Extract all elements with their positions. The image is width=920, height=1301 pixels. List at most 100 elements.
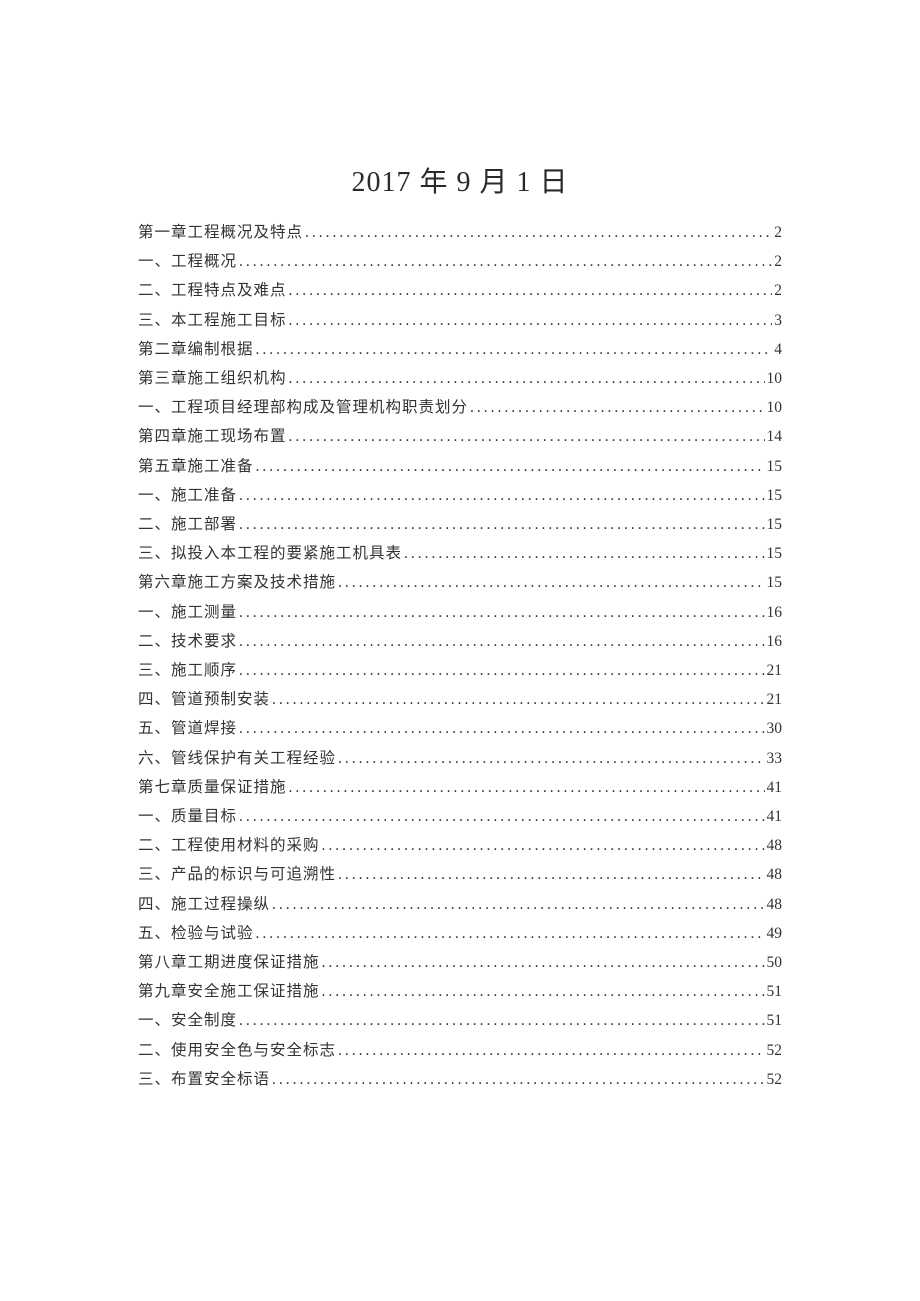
toc-entry-page: 52 — [765, 1036, 783, 1065]
toc-leader-dots — [320, 831, 765, 860]
toc-entry-page: 4 — [772, 335, 782, 364]
toc-leader-dots — [237, 247, 772, 276]
toc-leader-dots — [237, 598, 764, 627]
toc-entry-label: 第四章施工现场布置 — [138, 422, 287, 451]
toc-row: 三、本工程施工目标 3 — [138, 306, 782, 335]
toc-entry-label: 三、产品的标识与可追溯性 — [138, 860, 336, 889]
toc-entry-label: 三、施工顺序 — [138, 656, 237, 685]
toc-row: 一、工程项目经理部构成及管理机构职责划分10 — [138, 393, 782, 422]
toc-row: 第一章工程概况及特点2 — [138, 218, 782, 247]
toc-entry-page: 15 — [765, 539, 783, 568]
toc-entry-label: 四、施工过程操纵 — [138, 890, 270, 919]
toc-row: 第五章施工准备 15 — [138, 452, 782, 481]
toc-row: 一、施工准备 15 — [138, 481, 782, 510]
toc-leader-dots — [237, 714, 764, 743]
toc-row: 二、工程使用材料的采购 48 — [138, 831, 782, 860]
toc-entry-page: 15 — [765, 568, 783, 597]
toc-entry-label: 第七章质量保证措施 — [138, 773, 287, 802]
toc-entry-page: 2 — [772, 218, 782, 247]
toc-leader-dots — [237, 1006, 764, 1035]
toc-entry-label: 五、检验与试验 — [138, 919, 254, 948]
toc-leader-dots — [237, 481, 764, 510]
toc-entry-label: 一、施工准备 — [138, 481, 237, 510]
document-page: 2017 年 9 月 1 日 第一章工程概况及特点2一、工程概况2二、工程特点及… — [0, 0, 920, 1301]
toc-row: 三、产品的标识与可追溯性 48 — [138, 860, 782, 889]
toc-entry-label: 一、质量目标 — [138, 802, 237, 831]
toc-entry-label: 六、管线保护有关工程经验 — [138, 744, 336, 773]
toc-entry-label: 第三章施工组织机构 — [138, 364, 287, 393]
toc-entry-page: 49 — [765, 919, 783, 948]
toc-leader-dots — [320, 948, 765, 977]
toc-entry-page: 3 — [772, 306, 782, 335]
toc-leader-dots — [254, 919, 765, 948]
toc-entry-label: 一、安全制度 — [138, 1006, 237, 1035]
toc-row: 二、施工部署 15 — [138, 510, 782, 539]
toc-leader-dots — [287, 773, 765, 802]
toc-entry-label: 四、管道预制安装 — [138, 685, 270, 714]
toc-leader-dots — [468, 393, 764, 422]
toc-row: 三、拟投入本工程的要紧施工机具表 15 — [138, 539, 782, 568]
toc-row: 三、施工顺序 21 — [138, 656, 782, 685]
toc-entry-label: 二、工程使用材料的采购 — [138, 831, 320, 860]
toc-entry-label: 三、本工程施工目标 — [138, 306, 287, 335]
toc-leader-dots — [237, 510, 764, 539]
toc-entry-label: 一、工程概况 — [138, 247, 237, 276]
toc-leader-dots — [303, 218, 772, 247]
toc-entry-page: 33 — [765, 744, 783, 773]
toc-row: 第八章工期进度保证措施50 — [138, 948, 782, 977]
toc-entry-page: 2 — [772, 247, 782, 276]
toc-entry-page: 48 — [765, 890, 783, 919]
toc-leader-dots — [254, 335, 773, 364]
toc-row: 六、管线保护有关工程经验 33 — [138, 744, 782, 773]
toc-leader-dots — [320, 977, 765, 1006]
toc-row: 二、工程特点及难点2 — [138, 276, 782, 305]
toc-entry-page: 15 — [765, 481, 783, 510]
toc-entry-page: 15 — [765, 510, 783, 539]
toc-leader-dots — [237, 627, 764, 656]
toc-entry-label: 二、技术要求 — [138, 627, 237, 656]
toc-entry-page: 16 — [765, 627, 783, 656]
toc-entry-page: 50 — [765, 948, 783, 977]
toc-entry-page: 21 — [765, 656, 783, 685]
toc-entry-label: 第五章施工准备 — [138, 452, 254, 481]
table-of-contents: 第一章工程概况及特点2一、工程概况2二、工程特点及难点2三、本工程施工目标3第二… — [138, 218, 782, 1094]
toc-entry-label: 一、施工测量 — [138, 598, 237, 627]
toc-row: 第六章施工方案及技术措施 15 — [138, 568, 782, 597]
toc-entry-page: 14 — [765, 422, 783, 451]
toc-entry-page: 48 — [765, 831, 783, 860]
toc-entry-page: 16 — [765, 598, 783, 627]
toc-entry-page: 15 — [765, 452, 783, 481]
toc-entry-label: 第二章编制根据 — [138, 335, 254, 364]
toc-entry-label: 二、使用安全色与安全标志 — [138, 1036, 336, 1065]
toc-row: 第七章质量保证措施 41 — [138, 773, 782, 802]
toc-entry-label: 三、布置安全标语 — [138, 1065, 270, 1094]
toc-leader-dots — [254, 452, 765, 481]
toc-entry-label: 第六章施工方案及技术措施 — [138, 568, 336, 597]
toc-row: 二、技术要求 16 — [138, 627, 782, 656]
toc-leader-dots — [336, 860, 764, 889]
toc-leader-dots — [237, 656, 764, 685]
toc-leader-dots — [270, 890, 764, 919]
page-title: 2017 年 9 月 1 日 — [138, 160, 782, 200]
toc-leader-dots — [270, 1065, 764, 1094]
toc-row: 五、检验与试验 49 — [138, 919, 782, 948]
toc-row: 第四章施工现场布置 14 — [138, 422, 782, 451]
toc-row: 一、施工测量 16 — [138, 598, 782, 627]
toc-leader-dots — [336, 744, 764, 773]
toc-entry-page: 21 — [765, 685, 783, 714]
toc-row: 五、管道焊接30 — [138, 714, 782, 743]
toc-entry-page: 51 — [765, 977, 783, 1006]
toc-row: 第二章编制根据 4 — [138, 335, 782, 364]
toc-row: 四、施工过程操纵 48 — [138, 890, 782, 919]
toc-entry-page: 48 — [765, 860, 783, 889]
toc-leader-dots — [336, 1036, 764, 1065]
toc-row: 二、使用安全色与安全标志 52 — [138, 1036, 782, 1065]
toc-leader-dots — [287, 306, 773, 335]
toc-row: 三、布置安全标语52 — [138, 1065, 782, 1094]
toc-entry-label: 第九章安全施工保证措施 — [138, 977, 320, 1006]
toc-entry-page: 10 — [765, 364, 783, 393]
toc-entry-page: 41 — [765, 773, 783, 802]
toc-entry-label: 三、拟投入本工程的要紧施工机具表 — [138, 539, 402, 568]
toc-entry-label: 二、施工部署 — [138, 510, 237, 539]
toc-entry-page: 10 — [765, 393, 783, 422]
